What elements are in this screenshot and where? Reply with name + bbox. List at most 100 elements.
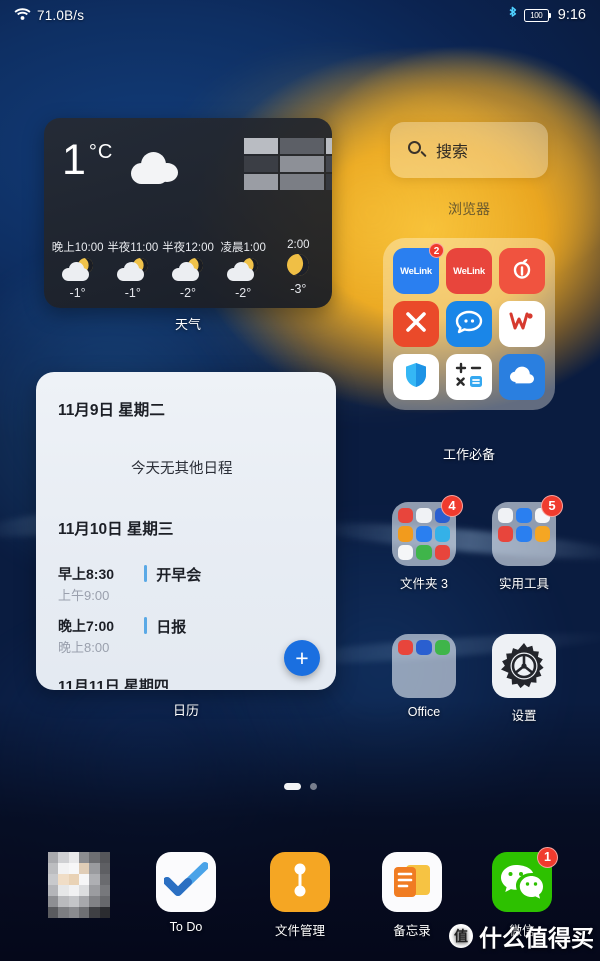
masked-app-icon — [48, 852, 110, 918]
calendar-event-title: 开早会 — [156, 567, 202, 584]
file-manager-icon — [270, 852, 330, 912]
gear-icon — [492, 634, 556, 698]
wifi-icon — [14, 7, 31, 24]
watermark-text: 什么值得买 — [479, 925, 594, 951]
shield-icon — [403, 361, 429, 394]
search-input[interactable]: 搜索 — [390, 122, 548, 178]
folder-icon: 4 — [392, 495, 463, 566]
weather-hour-temp: -2° — [235, 286, 252, 300]
dock-item-file-manager[interactable]: 文件管理 — [248, 852, 352, 939]
home-item-folder-3[interactable]: 4 文件夹 3 — [378, 495, 470, 592]
weather-hour-item: 半夜11:00 -1° — [106, 239, 160, 300]
calendar-widget-label: 日历 — [172, 703, 199, 718]
calculator-icon — [454, 361, 484, 394]
weather-hour-item: 凌晨1:00 -2° — [216, 239, 270, 300]
page-dot[interactable] — [309, 783, 317, 790]
dock-item-todo[interactable]: To Do — [134, 852, 238, 934]
calendar-day-title: 11月9日 星期二 — [58, 402, 165, 419]
weather-temperature-value: 1 — [62, 136, 87, 184]
calendar-event-row[interactable]: 早上8:30 上午9:00 开早会 — [58, 564, 201, 604]
app-label: WeLink — [400, 265, 432, 277]
app-chat[interactable] — [446, 301, 492, 347]
weather-hour-temp: -2° — [179, 286, 197, 300]
status-bar-clock: 9:16 — [557, 7, 586, 23]
weather-widget-label: 天气 — [174, 317, 201, 332]
weather-widget[interactable]: 1 °C 晚上10:00 -1° 半夜11:00 -1° 半夜12:00 -2°… — [44, 118, 332, 308]
search-placeholder: 搜索 — [436, 144, 469, 161]
calendar-empty-text: 今天无其他日程 — [131, 461, 233, 477]
app-security-shield[interactable] — [393, 354, 439, 400]
cloud-icon — [129, 152, 181, 184]
home-item-label: 实用工具 — [498, 577, 549, 591]
badge-count: 2 — [429, 243, 444, 258]
watermark: 值 什么值得买 — [449, 919, 594, 953]
dock-item-label: 文件管理 — [274, 924, 325, 938]
calendar-event-row[interactable]: 晚上7:00 晚上8:00 日报 — [58, 616, 186, 656]
moon-cloud-icon — [106, 255, 160, 284]
badge-count: 1 — [537, 847, 558, 868]
app-welink-blue[interactable]: WeLink 2 — [393, 243, 444, 294]
calendar-event-end: 晚上8:00 — [58, 640, 110, 655]
badge-count: 4 — [441, 495, 463, 517]
weather-hour-time: 凌晨1:00 — [220, 242, 266, 254]
home-item-label: 文件夹 3 — [400, 577, 448, 591]
home-item-label: 设置 — [511, 709, 537, 723]
x-icon — [403, 309, 429, 340]
wps-icon — [508, 310, 536, 339]
calendar-event-color-bar — [144, 565, 148, 582]
app-cloud-drive[interactable] — [499, 354, 545, 400]
weather-hourly-list: 晚上10:00 -1° 半夜11:00 -1° 半夜12:00 -2° 凌晨1:… — [44, 239, 332, 300]
moon-cloud-icon — [161, 255, 215, 284]
calendar-event-end: 上午9:00 — [58, 588, 110, 603]
watermark-badge: 值 — [449, 924, 473, 948]
calendar-next-day-clipped: 11月11日 星期四 — [58, 678, 169, 689]
status-bar: 71.0B/s 100 9:16 — [0, 0, 600, 30]
checkmark-icon — [156, 852, 216, 912]
home-item-label: Office — [407, 705, 441, 719]
notes-icon — [382, 852, 442, 912]
calendar-event-color-bar — [144, 617, 148, 634]
weather-hour-item: 半夜12:00 -2° — [161, 239, 215, 300]
app-label: WeLink — [453, 265, 485, 277]
weather-current: 1 °C — [62, 136, 181, 184]
calendar-widget[interactable]: 11月9日 星期二 今天无其他日程 11月10日 星期三 早上8:30 上午9:… — [36, 372, 336, 690]
weather-hour-temp: -3° — [290, 282, 307, 296]
weather-hour-item: 晚上10:00 -1° — [51, 239, 105, 300]
calendar-add-event-button[interactable]: + — [284, 640, 320, 676]
masked-location-block — [244, 138, 332, 190]
battery-indicator: 100 — [523, 8, 551, 22]
cloud-icon — [507, 364, 537, 391]
home-item-office[interactable]: Office — [378, 634, 470, 719]
folder-icon — [392, 634, 456, 698]
moon-icon — [271, 250, 325, 280]
search-icon — [408, 140, 427, 160]
folder-work-essentials[interactable]: WeLink 2 WeLink — [383, 238, 555, 410]
weather-hour-time: 半夜11:00 — [107, 242, 159, 254]
app-peach[interactable] — [499, 248, 545, 294]
app-wps-office[interactable] — [499, 301, 545, 347]
folder-icon: 5 — [492, 495, 563, 566]
bluetooth-icon — [508, 6, 518, 24]
weather-hour-time: 晚上10:00 — [51, 242, 104, 254]
badge-count: 5 — [541, 495, 563, 517]
calendar-event-times: 早上8:30 上午9:00 — [58, 564, 144, 604]
calendar-day-title: 11月10日 星期三 — [58, 521, 174, 538]
page-indicator[interactable] — [0, 783, 600, 790]
app-calculator[interactable] — [446, 354, 492, 400]
app-x[interactable] — [393, 301, 439, 347]
moon-cloud-icon — [51, 255, 105, 284]
calendar-event-times: 晚上7:00 晚上8:00 — [58, 616, 144, 656]
calendar-event-start: 晚上7:00 — [58, 618, 115, 634]
weather-hour-temp: -1° — [124, 286, 141, 300]
status-bar-right: 100 9:16 — [508, 6, 586, 24]
weather-temperature: 1 °C — [62, 136, 113, 184]
page-dot-active[interactable] — [283, 783, 301, 790]
home-item-utilities[interactable]: 5 实用工具 — [478, 495, 570, 592]
dock-item-masked[interactable] — [27, 852, 131, 926]
app-welink-red[interactable]: WeLink — [446, 248, 492, 294]
home-item-settings[interactable]: 设置 — [478, 634, 570, 724]
weather-hour-item: 2:00 -3° — [271, 239, 325, 300]
chat-bubble-icon — [454, 309, 484, 340]
network-speed-text: 71.0B/s — [37, 7, 85, 23]
folder-work-essentials-label: 工作必备 — [442, 447, 495, 462]
